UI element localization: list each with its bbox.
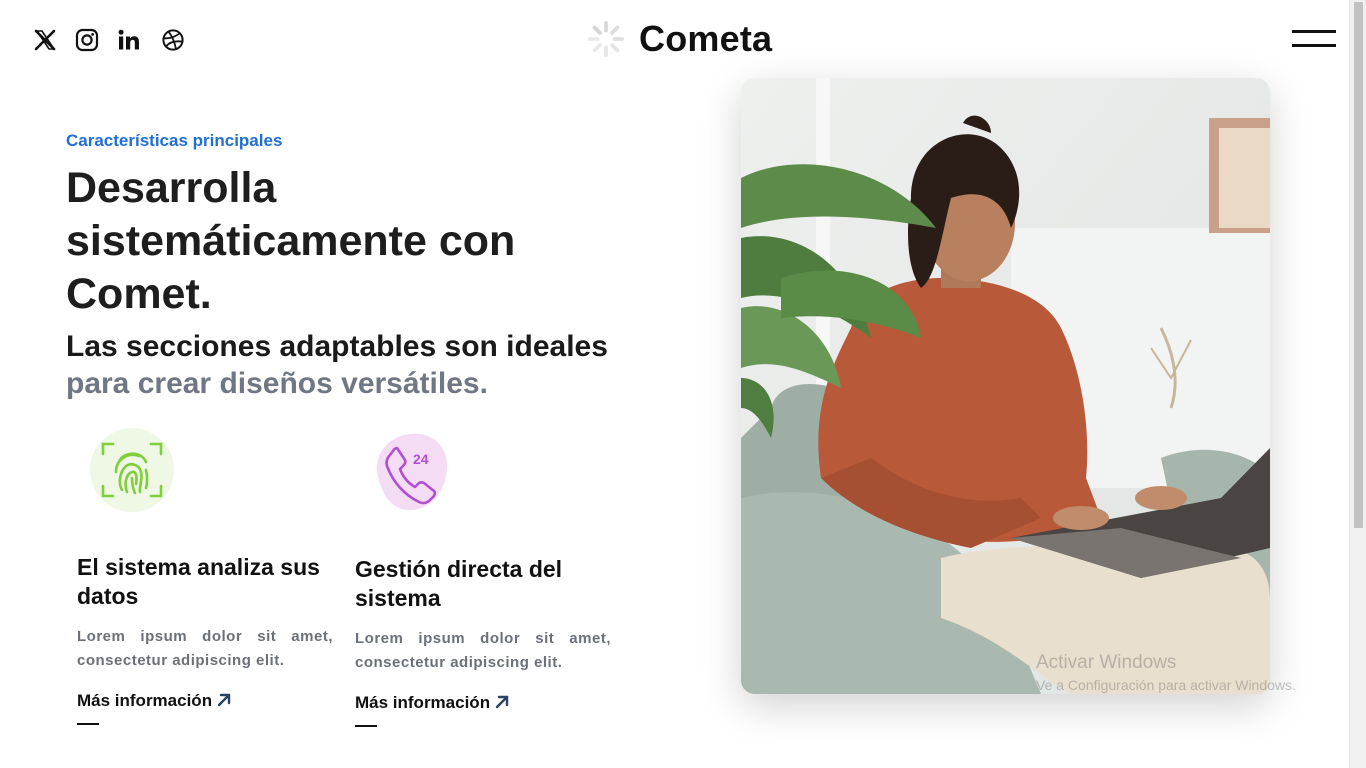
- menu-line-top: [1292, 30, 1336, 33]
- spinner-logo-icon: [587, 20, 625, 58]
- windows-activation-watermark: Activar Windows Ve a Configuración para …: [1036, 652, 1296, 693]
- instagram-icon: [75, 28, 99, 52]
- more-info-label: Más información: [355, 693, 491, 712]
- watermark-subtitle: Ve a Configuración para activar Windows.: [1036, 677, 1296, 693]
- arrow-up-right-icon: [217, 693, 231, 707]
- more-info-label: Más información: [77, 691, 213, 710]
- section-eyebrow: Características principales: [66, 131, 283, 150]
- linkedin-icon: [118, 29, 139, 50]
- feature-title: El sistema analiza sus datos: [77, 554, 320, 609]
- scrollbar-thumb[interactable]: [1354, 2, 1363, 528]
- instagram-link[interactable]: [75, 26, 99, 54]
- menu-line-bottom: [1292, 44, 1336, 47]
- feature-description: Lorem ipsum dolor sit amet, consectetur …: [77, 628, 333, 669]
- watermark-title: Activar Windows: [1036, 652, 1177, 673]
- section-subtitle: Las secciones adaptables son ideales par…: [66, 328, 646, 402]
- linkedin-link[interactable]: [117, 26, 141, 54]
- phone-24-icon: 24: [376, 433, 447, 511]
- feature-title: Gestión directa del sistema: [355, 556, 563, 611]
- dribbble-icon: [162, 29, 184, 51]
- subtitle-strong: Las secciones adaptables son ideales: [66, 330, 608, 363]
- x-link[interactable]: [33, 26, 57, 54]
- fingerprint-icon: [90, 428, 174, 512]
- woman-with-laptop-image: [741, 78, 1270, 694]
- hero-photo: [741, 78, 1270, 694]
- subtitle-muted: para crear diseños versátiles.: [66, 367, 488, 400]
- menu-icon[interactable]: [1292, 30, 1336, 48]
- feature-card-data-analysis: El sistema analiza sus datos Lorem ipsum…: [77, 428, 333, 725]
- scrollbar[interactable]: [1349, 0, 1366, 768]
- dribbble-link[interactable]: [161, 26, 185, 54]
- feature-card-system-management: 24 Gestión directa del sistema Lorem ips…: [355, 430, 611, 727]
- arrow-up-right-icon: [495, 695, 509, 709]
- x-icon: [34, 29, 56, 51]
- svg-text:24: 24: [413, 451, 429, 467]
- page-title: Desarrolla sistemáticamente con Comet.: [66, 164, 516, 318]
- feature-description: Lorem ipsum dolor sit amet, consectetur …: [355, 630, 611, 671]
- more-info-link[interactable]: Más información: [355, 693, 509, 727]
- brand-name: Cometa: [639, 18, 773, 59]
- more-info-link[interactable]: Más información: [77, 691, 231, 725]
- brand-logo[interactable]: Cometa: [587, 18, 772, 60]
- social-links: [33, 26, 203, 54]
